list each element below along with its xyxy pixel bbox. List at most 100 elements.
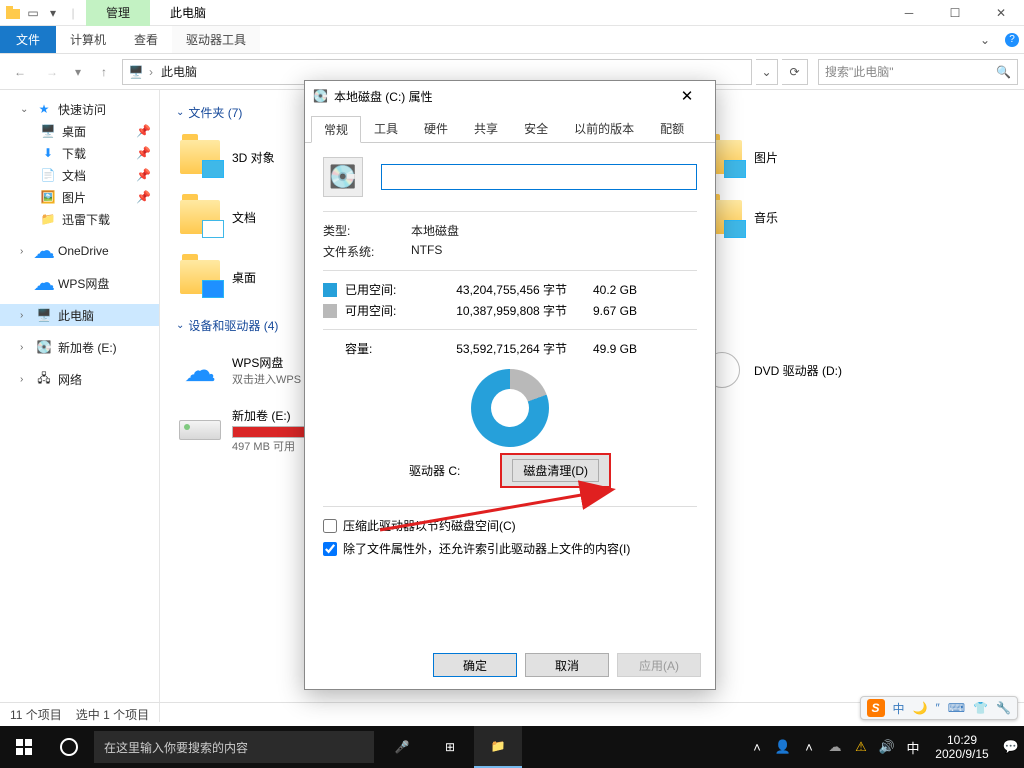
forward-button[interactable]: → (38, 58, 66, 86)
search-input[interactable]: 搜索"此电脑" 🔍 (818, 59, 1018, 85)
tab-quota[interactable]: 配额 (647, 115, 697, 142)
nav-desktop[interactable]: 🖥️桌面📌 (0, 120, 159, 142)
drive-large-icon: 💽 (323, 157, 363, 197)
tab-sharing[interactable]: 共享 (461, 115, 511, 142)
index-checkbox-row[interactable]: 除了文件属性外，还允许索引此驱动器上文件的内容(I) (323, 540, 697, 557)
ok-button[interactable]: 确定 (433, 653, 517, 677)
compress-checkbox-row[interactable]: 压缩此驱动器以节约磁盘空间(C) (323, 517, 697, 534)
tab-drive-tools[interactable]: 驱动器工具 (172, 26, 260, 53)
people-icon[interactable]: 👤 (770, 726, 796, 768)
tray-overflow-icon[interactable]: ˄ (744, 726, 770, 768)
drive-label-input[interactable] (381, 164, 697, 190)
nav-pictures[interactable]: 🖼️图片📌 (0, 186, 159, 208)
star-icon: ★ (36, 101, 52, 117)
nav-wps[interactable]: ☁WPS网盘 (0, 272, 159, 294)
item-dvd-drive[interactable]: DVD 驱动器 (D:) (698, 342, 948, 398)
drive-icon (179, 420, 221, 440)
nav-onedrive[interactable]: ›☁OneDrive (0, 240, 159, 262)
nav-this-pc[interactable]: ›🖥️此电脑 (0, 304, 159, 326)
minimize-button[interactable]: ─ (886, 0, 932, 26)
nav-new-volume[interactable]: ›💽新加卷 (E:) (0, 336, 159, 358)
chevron-down-icon: ⌄ (176, 320, 184, 331)
drive-icon: 💽 (36, 339, 52, 355)
used-space-row: 已用空间:43,204,755,456 字节40.2 GB (323, 281, 697, 298)
ime-skin-icon[interactable]: 👕 (973, 701, 988, 715)
recent-locations-icon[interactable]: ▾ (70, 58, 86, 86)
help-icon[interactable]: ? (1000, 26, 1024, 53)
task-view-button[interactable]: ⊞ (426, 726, 474, 768)
breadcrumb[interactable]: 此电脑 (157, 63, 201, 80)
up-button[interactable]: ↑ (90, 58, 118, 86)
item-pictures[interactable]: 图片 (698, 129, 948, 185)
ime-lang-indicator[interactable]: 中 (893, 700, 905, 717)
sogou-icon[interactable]: S (867, 699, 885, 717)
mic-icon[interactable]: 🎤 (378, 726, 426, 768)
action-center-icon[interactable]: 💬 (998, 726, 1024, 768)
wps-cloud-icon: ☁ (36, 275, 52, 291)
dialog-close-button[interactable]: ✕ (667, 82, 707, 110)
dialog-button-row: 确定 取消 应用(A) (305, 641, 715, 689)
start-button[interactable] (0, 726, 48, 768)
tab-computer[interactable]: 计算机 (56, 26, 120, 53)
nav-documents[interactable]: 📄文档📌 (0, 164, 159, 186)
back-button[interactable]: ← (6, 58, 34, 86)
onedrive-icon: ☁ (36, 243, 52, 259)
maximize-button[interactable]: ☐ (932, 0, 978, 26)
cortana-icon[interactable] (48, 726, 90, 768)
tab-security[interactable]: 安全 (511, 115, 561, 142)
nav-quick-access[interactable]: ⌄★快速访问 (0, 98, 159, 120)
status-selected-count: 选中 1 个项目 (76, 706, 149, 723)
nav-network[interactable]: ›🖧网络 (0, 368, 159, 390)
volume-icon[interactable]: 🔊 (874, 726, 900, 768)
ime-tray-icon[interactable]: 中 (900, 726, 926, 768)
nav-xunlei[interactable]: 📁迅雷下载 (0, 208, 159, 230)
tab-tools[interactable]: 工具 (361, 115, 411, 142)
contextual-tab-manage[interactable]: 管理 (86, 0, 150, 26)
properties-icon[interactable]: ▭ (24, 4, 42, 22)
item-music[interactable]: 音乐 (698, 189, 948, 245)
taskbar-explorer-button[interactable]: 📁 (474, 726, 522, 768)
dialog-titlebar[interactable]: 💽 本地磁盘 (C:) 属性 ✕ (305, 81, 715, 111)
disk-cleanup-button[interactable]: 磁盘清理(D) (500, 453, 611, 488)
tab-view[interactable]: 查看 (120, 26, 172, 53)
wps-cloud-icon: ☁ (178, 348, 222, 392)
window-titlebar: ▭ ▾ | 管理 此电脑 ─ ☐ ✕ (0, 0, 1024, 26)
security-tray-icon[interactable]: ⚠ (848, 726, 874, 768)
tab-file[interactable]: 文件 (0, 26, 56, 53)
qat-dropdown-icon[interactable]: ▾ (44, 4, 62, 22)
tray-overflow-icon[interactable]: ˄ (796, 726, 822, 768)
pin-icon: 📌 (136, 146, 151, 160)
dialog-title: 本地磁盘 (C:) 属性 (334, 88, 433, 105)
address-dropdown-icon[interactable]: ⌄ (756, 59, 778, 85)
onedrive-tray-icon[interactable]: ☁ (822, 726, 848, 768)
taskbar-clock[interactable]: 10:292020/9/15 (926, 727, 998, 767)
drive-letter-label: 驱动器 C: (409, 462, 460, 479)
close-button[interactable]: ✕ (978, 0, 1024, 26)
picture-icon: 🖼️ (40, 189, 56, 205)
tab-hardware[interactable]: 硬件 (411, 115, 461, 142)
ime-punct-icon[interactable]: ″ (936, 701, 940, 715)
taskbar: 在这里输入你要搜索的内容 🎤 ⊞ 📁 ˄ 👤 ˄ ☁ ⚠ 🔊 中 10:2920… (0, 726, 1024, 768)
cancel-button[interactable]: 取消 (525, 653, 609, 677)
chevron-down-icon: ⌄ (176, 107, 184, 118)
ime-toolbar[interactable]: S 中 🌙 ″ ⌨ 👕 🔧 (860, 696, 1018, 720)
taskbar-search-input[interactable]: 在这里输入你要搜索的内容 (94, 731, 374, 763)
ime-keyboard-icon[interactable]: ⌨ (948, 701, 965, 715)
free-space-row: 可用空间:10,387,959,808 字节9.67 GB (323, 302, 697, 319)
capacity-row: 容量:53,592,715,264 字节49.9 GB (323, 340, 697, 357)
window-title: 此电脑 (150, 0, 226, 26)
ime-tool-icon[interactable]: 🔧 (996, 701, 1011, 715)
apply-button[interactable]: 应用(A) (617, 653, 701, 677)
nav-downloads[interactable]: ⬇下载📌 (0, 142, 159, 164)
pin-icon: 📌 (136, 190, 151, 204)
ime-moon-icon[interactable]: 🌙 (913, 701, 928, 715)
refresh-button[interactable]: ⟳ (782, 59, 808, 85)
tab-general[interactable]: 常规 (311, 116, 361, 143)
free-color-swatch (323, 304, 337, 318)
ribbon-expand-icon[interactable]: ⌄ (970, 26, 1000, 53)
tab-previous-versions[interactable]: 以前的版本 (561, 115, 647, 142)
used-color-swatch (323, 283, 337, 297)
index-checkbox[interactable] (323, 542, 337, 556)
compress-checkbox[interactable] (323, 519, 337, 533)
dialog-tabs: 常规 工具 硬件 共享 安全 以前的版本 配额 (305, 111, 715, 143)
